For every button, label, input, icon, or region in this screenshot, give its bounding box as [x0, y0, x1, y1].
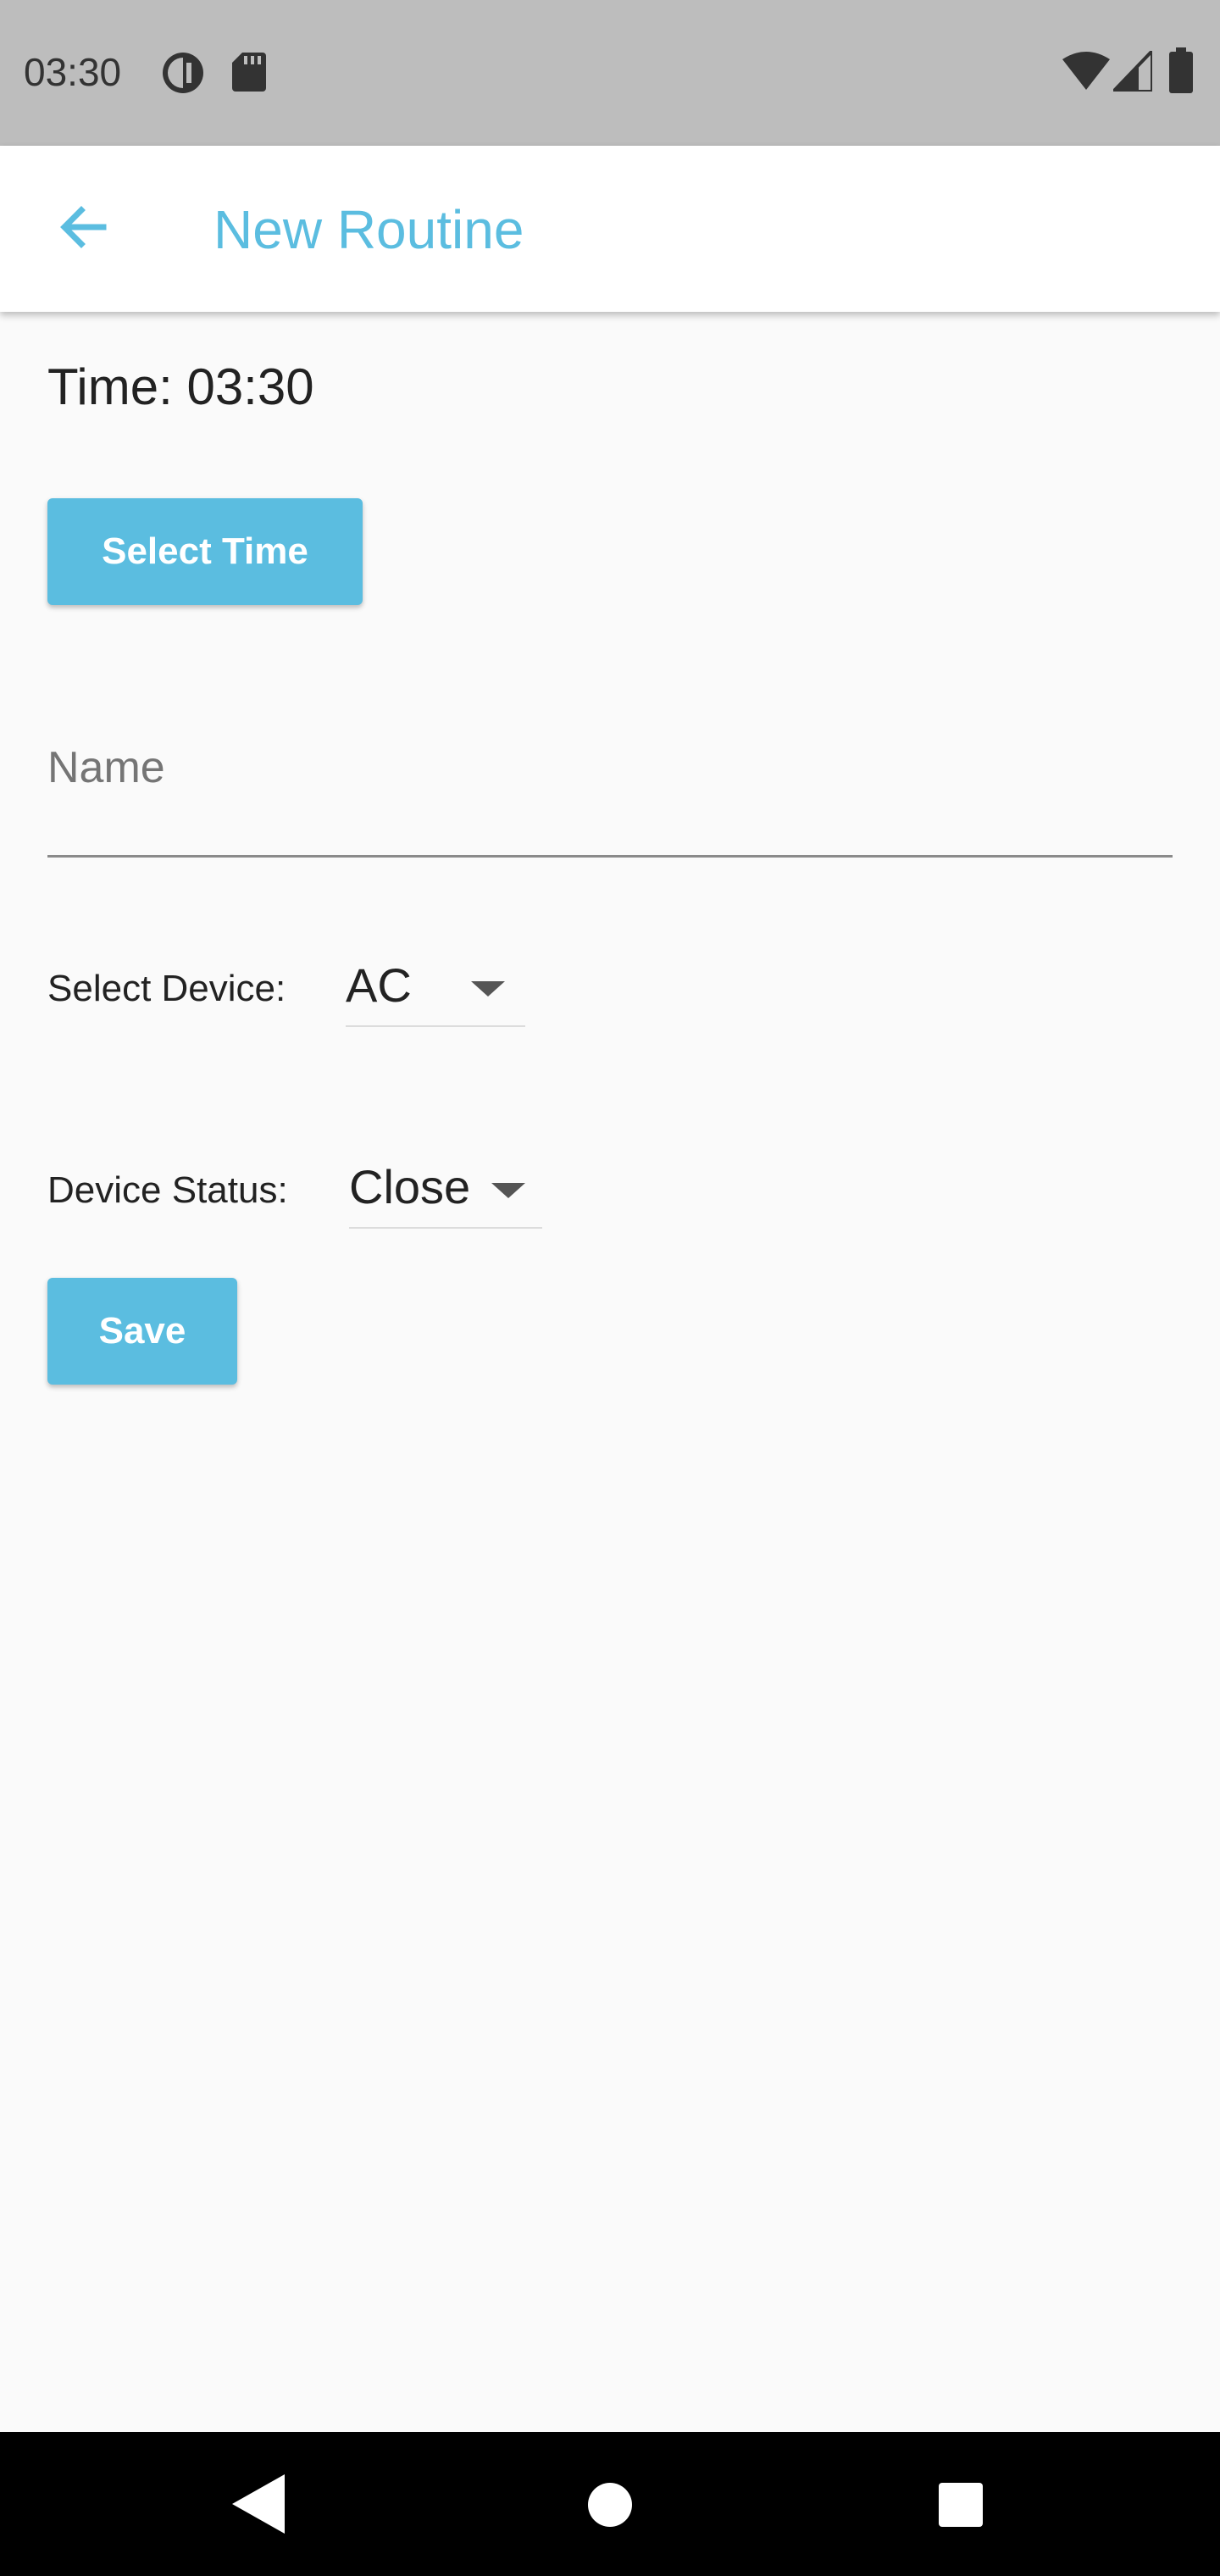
navigation-bar [0, 2432, 1220, 2576]
status-bar: 03:30 [0, 0, 1220, 146]
chevron-down-icon [471, 981, 505, 997]
device-dropdown-value: AC [346, 958, 412, 1012]
device-dropdown[interactable]: AC [346, 951, 525, 1027]
device-status-label: Device Status: [47, 1169, 288, 1211]
name-field[interactable]: Name [47, 729, 1173, 858]
cellular-signal-icon [1113, 51, 1152, 92]
status-time: 03:30 [24, 50, 122, 94]
battery-icon [1169, 47, 1193, 93]
nav-back-icon[interactable] [229, 2473, 288, 2535]
wifi-icon [1062, 52, 1110, 90]
time-label: Time: 03:30 [47, 358, 314, 415]
page-title: New Routine [214, 199, 524, 260]
name-placeholder: Name [47, 743, 165, 792]
save-button[interactable]: Save [47, 1278, 237, 1385]
nav-home-icon[interactable] [588, 2483, 632, 2527]
select-time-button[interactable]: Select Time [47, 498, 363, 605]
status-dropdown[interactable]: Close [349, 1152, 542, 1229]
screen: 03:30 New Routine Time: 03:30 Select Tim… [0, 0, 1220, 2576]
select-device-label: Select Device: [47, 968, 286, 1009]
status-dropdown-value: Close [349, 1160, 471, 1213]
arrow-back-icon[interactable] [42, 188, 124, 269]
nav-recents-icon[interactable] [939, 2483, 983, 2527]
chevron-down-icon [491, 1183, 525, 1198]
data-saver-icon [163, 53, 203, 93]
app-bar: New Routine [0, 146, 1220, 312]
sd-card-icon [232, 53, 266, 92]
